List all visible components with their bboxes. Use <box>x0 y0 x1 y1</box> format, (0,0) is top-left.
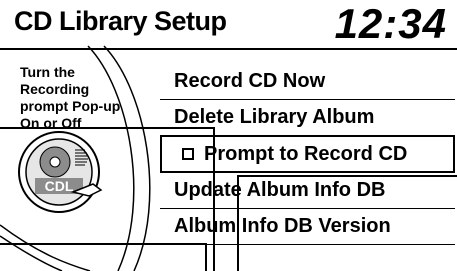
clock: 12:34 <box>334 0 447 47</box>
title-bar: CD Library Setup 12:34 <box>0 0 457 50</box>
menu-item-label: Prompt to Record CD <box>204 143 408 165</box>
menu-item-delete-library-album[interactable]: Delete Library Album <box>160 100 455 136</box>
menu-item-label: Delete Library Album <box>174 106 375 128</box>
menu-item-update-album-info-db[interactable]: Update Album Info DB <box>160 173 455 209</box>
help-text: Turn the Recording prompt Pop-up On or O… <box>20 64 121 131</box>
menu-item-label: Album Info DB Version <box>174 215 391 237</box>
prompt-checkbox[interactable] <box>182 148 194 160</box>
cd-library-setup-screen: CD Library Setup 12:34 Turn the Recordin… <box>0 0 457 271</box>
menu-item-album-info-db-version[interactable]: Album Info DB Version <box>160 209 455 245</box>
menu-item-prompt-to-record-cd[interactable]: Prompt to Record CD <box>160 135 455 173</box>
cd-icon-label: CDL <box>45 178 74 194</box>
menu-item-label: Record CD Now <box>174 70 326 92</box>
cd-disc-icon: CDL <box>18 131 103 213</box>
screen-title: CD Library Setup <box>14 6 227 36</box>
menu-list: Record CD Now Delete Library Album Promp… <box>160 64 455 245</box>
menu-item-record-cd-now[interactable]: Record CD Now <box>160 64 455 100</box>
menu-item-label: Update Album Info DB <box>174 179 386 201</box>
